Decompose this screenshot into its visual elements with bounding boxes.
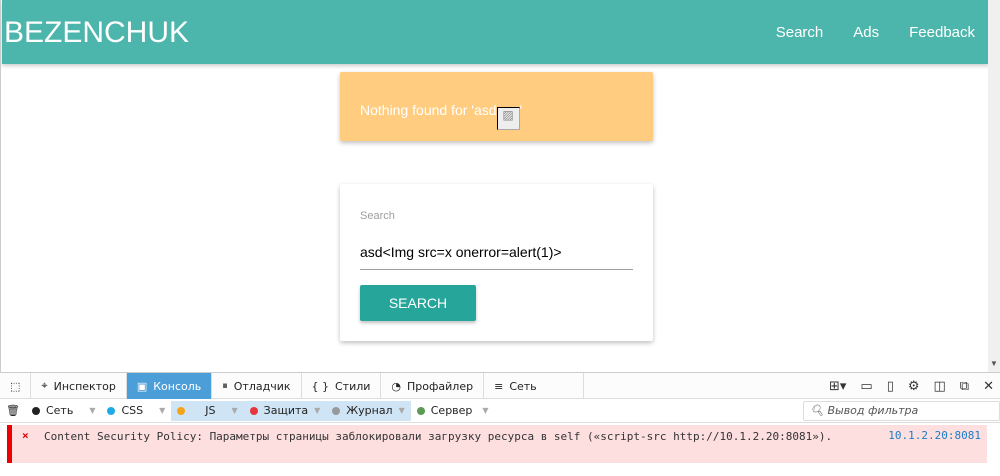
- filter-css[interactable]: CSS ▼: [101, 401, 171, 421]
- undock-icon[interactable]: ⧉: [960, 379, 969, 394]
- dot-icon: [249, 406, 258, 415]
- search-label: Search: [360, 210, 395, 222]
- filter-log[interactable]: Журнал ▼: [326, 400, 411, 421]
- chevron-down-icon[interactable]: ▼: [482, 406, 488, 415]
- chevron-down-icon[interactable]: ▼: [232, 406, 238, 415]
- filter-label: Журнал: [346, 404, 393, 417]
- tab-label: Отладчик: [233, 379, 291, 393]
- pick-element-button[interactable]: ⬚: [0, 373, 32, 399]
- filter-placeholder: Вывод фильтра: [827, 404, 919, 417]
- console-icon: ▣: [136, 379, 148, 393]
- split-console-icon[interactable]: ▭: [860, 379, 872, 394]
- tab-network[interactable]: ≡ Сеть: [484, 373, 585, 399]
- tab-label: Инспектор: [53, 379, 116, 393]
- devtools-panel: ⬚ ⌖ Инспектор ▣ Консоль ⏸ Отладчик { } Стили…: [0, 372, 1000, 476]
- tab-debugger[interactable]: ⏸ Отладчик: [212, 373, 302, 399]
- profiler-icon: ◔: [391, 379, 402, 393]
- filter-label: Сервер: [430, 404, 473, 417]
- vertical-scrollbar[interactable]: ▼: [988, 0, 1000, 372]
- tab-label: Консоль: [153, 379, 202, 393]
- brand-logo[interactable]: BEZENCHUK: [4, 16, 189, 50]
- tab-label: Сеть: [509, 379, 537, 393]
- chevron-down-icon[interactable]: ▼: [159, 406, 165, 415]
- scroll-down-icon[interactable]: ▼: [990, 359, 998, 368]
- search-icon: 🔍︎: [810, 404, 824, 417]
- clear-console-icon[interactable]: 🗑: [0, 401, 26, 421]
- alert-text: Nothing found for 'asd: [360, 102, 497, 118]
- dot-icon: [332, 406, 341, 415]
- search-button[interactable]: SEARCH: [360, 285, 476, 321]
- message-text: Content Security Policy: Параметры стран…: [44, 430, 833, 443]
- filter-label: Сеть: [45, 404, 74, 417]
- navbar: BEZENCHUK Search Ads Feedback: [2, 0, 989, 64]
- tab-console[interactable]: ▣ Консоль: [126, 373, 213, 399]
- tab-styles[interactable]: { } Стили: [302, 373, 382, 399]
- styles-icon: { }: [311, 379, 330, 393]
- close-icon[interactable]: ✕: [983, 379, 994, 394]
- chevron-down-icon[interactable]: ▼: [89, 406, 95, 415]
- filter-output-input[interactable]: 🔍︎ Вывод фильтра: [803, 401, 1000, 421]
- filter-js[interactable]: JS ▼: [171, 400, 244, 421]
- search-card: Search SEARCH: [340, 184, 653, 341]
- dot-icon: [416, 406, 425, 415]
- nav-link-ads[interactable]: Ads: [853, 24, 879, 41]
- filter-network[interactable]: Сеть ▼: [26, 401, 102, 421]
- tab-inspector[interactable]: ⌖ Инспектор: [31, 373, 127, 399]
- web-page: BEZENCHUK Search Ads Feedback Nothing fo…: [0, 0, 1000, 372]
- alert-suffix: ': [519, 102, 523, 118]
- nav-link-feedback[interactable]: Feedback: [909, 24, 975, 41]
- filter-label: Защита: [263, 404, 309, 417]
- error-icon: ×: [22, 429, 29, 442]
- tab-profiler[interactable]: ◔ Профайлер: [381, 373, 485, 399]
- pick-element-icon: ⬚: [10, 379, 21, 393]
- responsive-icon[interactable]: ▯: [887, 379, 894, 394]
- settings-icon[interactable]: ⚙: [908, 379, 920, 394]
- tab-label: Стили: [335, 379, 371, 393]
- tab-label: Профайлер: [407, 379, 474, 393]
- filter-server[interactable]: Сервер ▼: [411, 401, 495, 421]
- debugger-icon: ⏸: [222, 379, 228, 392]
- console-error-message: × Content Security Policy: Параметры стр…: [7, 425, 987, 463]
- dot-icon: [31, 406, 40, 415]
- broken-image-icon: ▨: [496, 107, 520, 130]
- filter-label: CSS: [121, 404, 144, 417]
- filter-label: JS: [205, 404, 216, 417]
- inspector-icon: ⌖: [41, 379, 48, 392]
- no-results-alert: Nothing found for 'asd ▨ ': [340, 72, 653, 141]
- search-input[interactable]: [360, 234, 633, 270]
- nav-link-search[interactable]: Search: [776, 24, 824, 41]
- filter-security[interactable]: Защита ▼: [243, 400, 327, 421]
- message-source-link[interactable]: 10.1.2.20:8081: [888, 429, 981, 442]
- dock-side-icon[interactable]: ◫: [934, 379, 946, 394]
- dot-icon: [107, 406, 116, 415]
- network-icon: ≡: [494, 379, 504, 393]
- chevron-down-icon[interactable]: ▼: [314, 406, 320, 415]
- layout-icon[interactable]: ⊞▾: [829, 379, 846, 394]
- chevron-down-icon[interactable]: ▼: [399, 406, 405, 415]
- dot-icon: [177, 406, 186, 415]
